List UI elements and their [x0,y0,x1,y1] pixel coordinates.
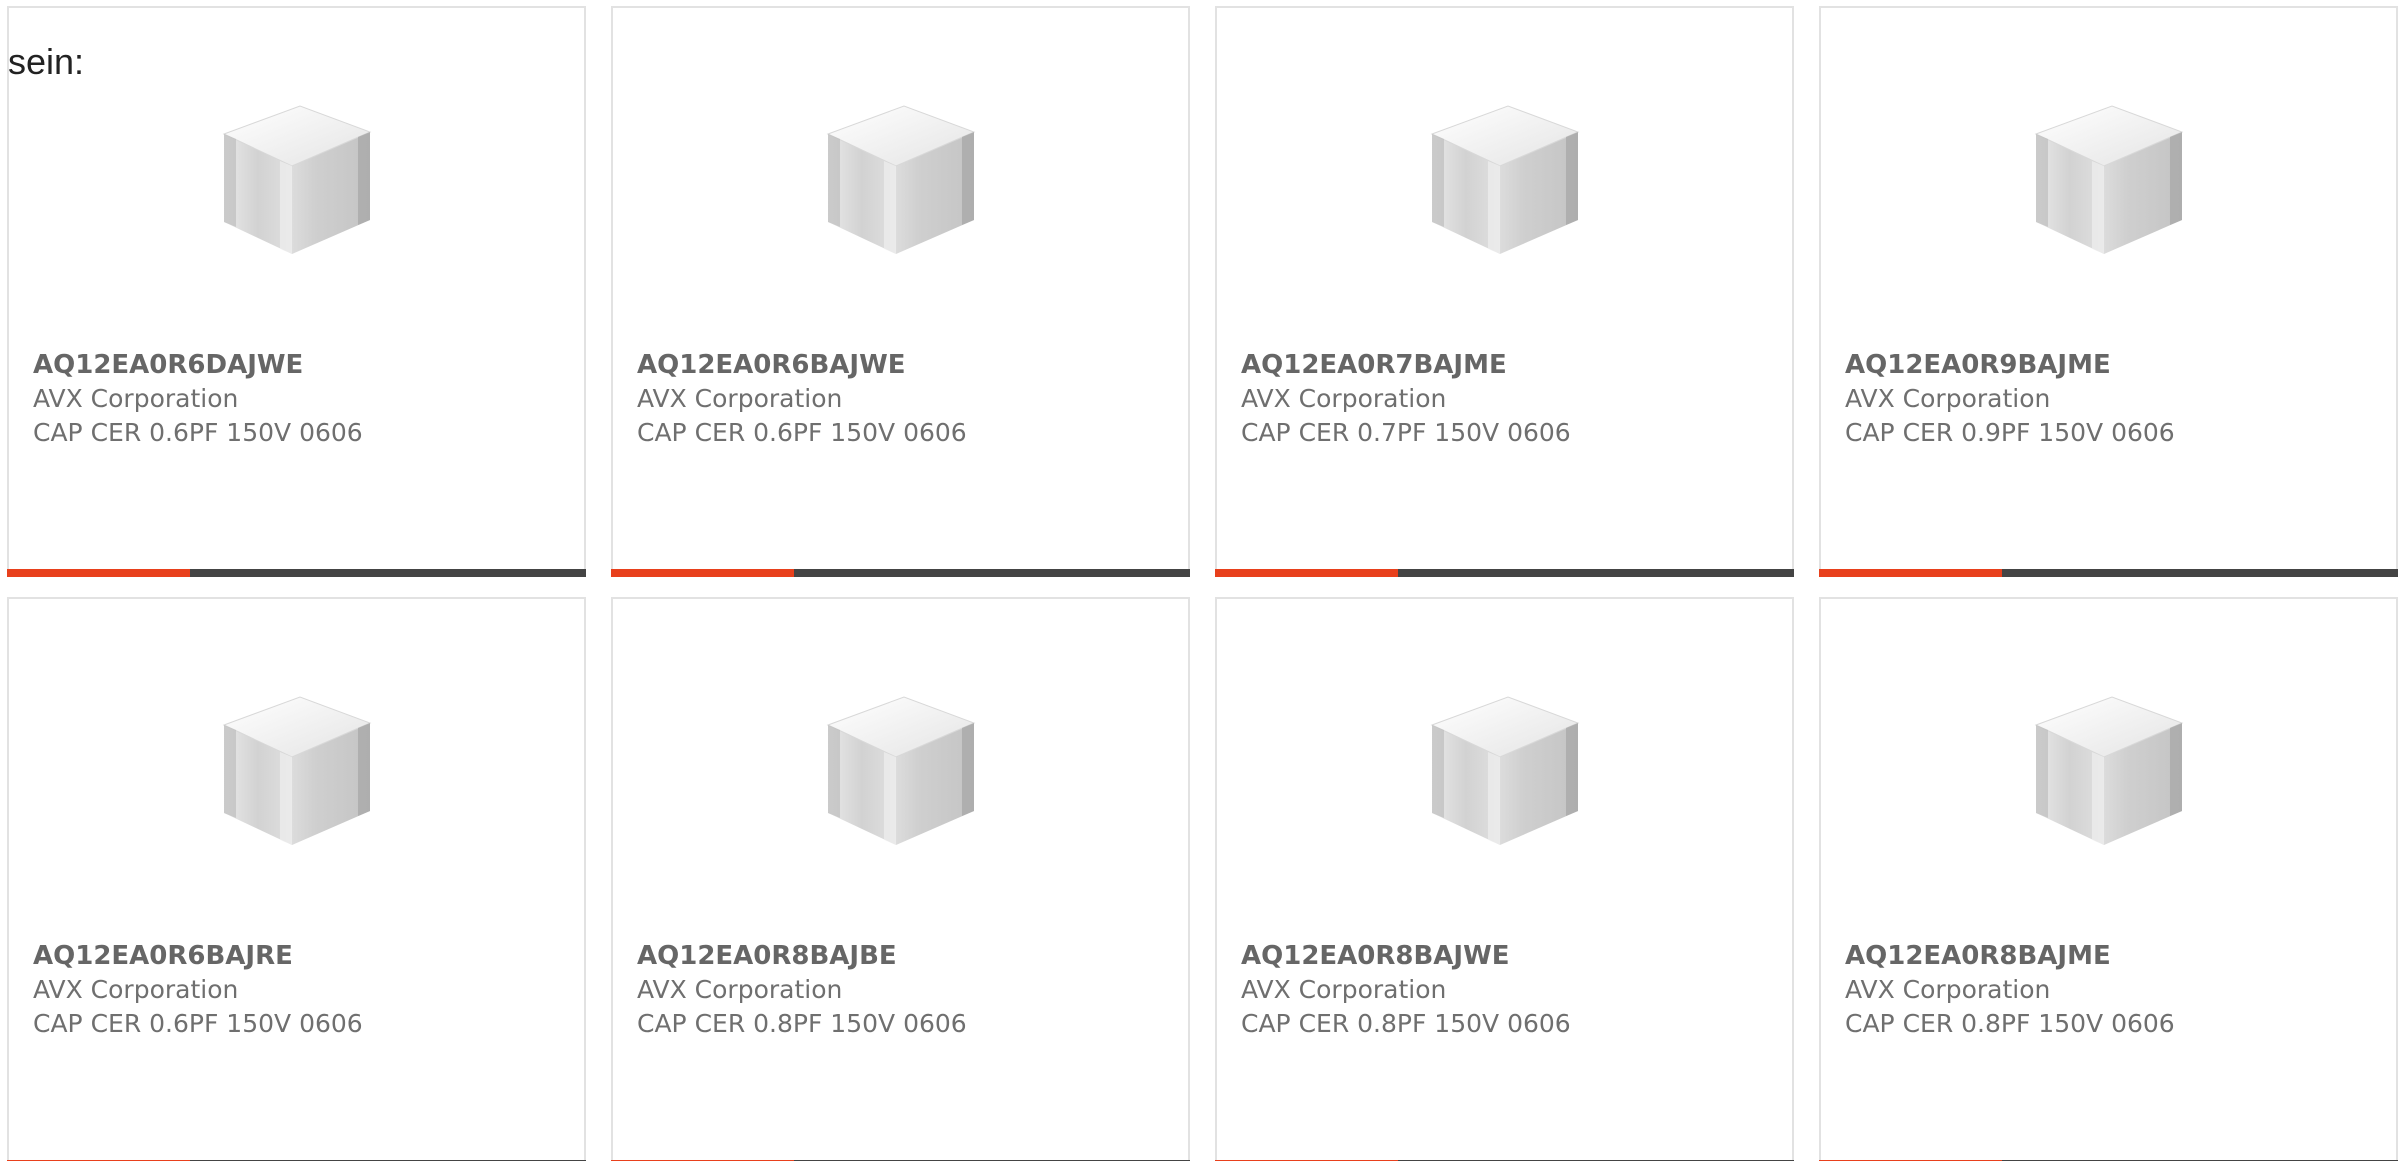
product-card[interactable]: AQ12EA0R9BAJME AVX Corporation CAP CER 0… [1819,6,2398,577]
part-number[interactable]: AQ12EA0R8BAJBE [637,939,967,973]
product-card[interactable]: AQ12EA0R7BAJME AVX Corporation CAP CER 0… [1215,6,1794,577]
manufacturer: AVX Corporation [1845,384,2051,413]
card-bottom-bar [1819,569,2398,577]
product-grid: AQ12EA0R6DAJWE AVX Corporation CAP CER 0… [7,6,2398,1161]
manufacturer: AVX Corporation [637,975,843,1004]
description: CAP CER 0.8PF 150V 0606 [1241,1009,1571,1038]
description: CAP CER 0.6PF 150V 0606 [33,418,363,447]
product-card[interactable]: AQ12EA0R6DAJWE AVX Corporation CAP CER 0… [7,6,586,577]
card-bottom-accent [1215,569,1398,577]
manufacturer: AVX Corporation [637,384,843,413]
part-number[interactable]: AQ12EA0R7BAJME [1241,348,1571,382]
product-card[interactable]: AQ12EA0R8BAJBE AVX Corporation CAP CER 0… [611,597,1190,1161]
product-info: AQ12EA0R8BAJWE AVX Corporation CAP CER 0… [1241,939,1571,1041]
part-number[interactable]: AQ12EA0R8BAJWE [1241,939,1571,973]
description: CAP CER 0.6PF 150V 0606 [637,418,967,447]
product-card[interactable]: AQ12EA0R8BAJME AVX Corporation CAP CER 0… [1819,597,2398,1161]
card-bottom-accent [7,569,190,577]
card-bottom-accent [1819,569,2002,577]
product-info: AQ12EA0R6BAJWE AVX Corporation CAP CER 0… [637,348,967,450]
product-card[interactable]: AQ12EA0R6BAJWE AVX Corporation CAP CER 0… [611,6,1190,577]
manufacturer: AVX Corporation [1845,975,2051,1004]
manufacturer: AVX Corporation [1241,975,1447,1004]
product-card[interactable]: AQ12EA0R8BAJWE AVX Corporation CAP CER 0… [1215,597,1794,1161]
description: CAP CER 0.7PF 150V 0606 [1241,418,1571,447]
manufacturer: AVX Corporation [1241,384,1447,413]
ceramic-capacitor-cube-icon [1420,695,1590,855]
product-info: AQ12EA0R6BAJRE AVX Corporation CAP CER 0… [33,939,363,1041]
ceramic-capacitor-cube-icon [2024,104,2194,264]
description: CAP CER 0.6PF 150V 0606 [33,1009,363,1038]
intro-text: sein: [8,41,85,82]
ceramic-capacitor-cube-icon [816,104,986,264]
part-number[interactable]: AQ12EA0R6DAJWE [33,348,363,382]
card-bottom-accent [611,569,794,577]
product-info: AQ12EA0R8BAJME AVX Corporation CAP CER 0… [1845,939,2175,1041]
product-info: AQ12EA0R8BAJBE AVX Corporation CAP CER 0… [637,939,967,1041]
part-number[interactable]: AQ12EA0R9BAJME [1845,348,2175,382]
part-number[interactable]: AQ12EA0R6BAJRE [33,939,363,973]
ceramic-capacitor-cube-icon [212,695,382,855]
part-number[interactable]: AQ12EA0R6BAJWE [637,348,967,382]
product-card[interactable]: AQ12EA0R6BAJRE AVX Corporation CAP CER 0… [7,597,586,1161]
product-info: AQ12EA0R7BAJME AVX Corporation CAP CER 0… [1241,348,1571,450]
product-info: AQ12EA0R6DAJWE AVX Corporation CAP CER 0… [33,348,363,450]
ceramic-capacitor-cube-icon [2024,695,2194,855]
description: CAP CER 0.9PF 150V 0606 [1845,418,2175,447]
card-bottom-bar [1215,569,1794,577]
part-number[interactable]: AQ12EA0R8BAJME [1845,939,2175,973]
ceramic-capacitor-cube-icon [1420,104,1590,264]
ceramic-capacitor-cube-icon [212,104,382,264]
manufacturer: AVX Corporation [33,975,239,1004]
manufacturer: AVX Corporation [33,384,239,413]
card-bottom-bar [7,569,586,577]
ceramic-capacitor-cube-icon [816,695,986,855]
product-info: AQ12EA0R9BAJME AVX Corporation CAP CER 0… [1845,348,2175,450]
description: CAP CER 0.8PF 150V 0606 [1845,1009,2175,1038]
card-bottom-bar [611,569,1190,577]
description: CAP CER 0.8PF 150V 0606 [637,1009,967,1038]
